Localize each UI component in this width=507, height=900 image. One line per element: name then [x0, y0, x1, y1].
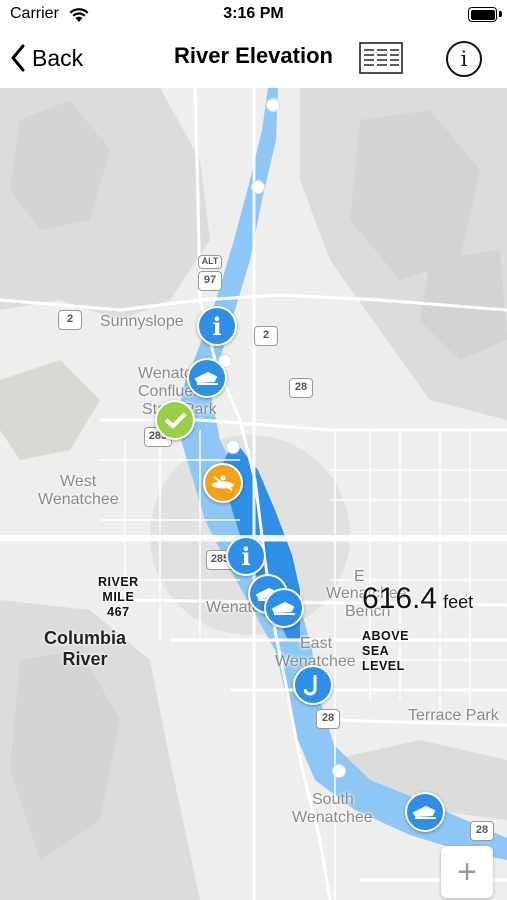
map-view[interactable]: Sunnyslope Wenatchee Confluence State Pa…: [0, 88, 507, 900]
boat-launch-marker[interactable]: [187, 358, 227, 398]
info-marker[interactable]: i: [197, 306, 237, 346]
elevation-caption: ABOVE SEA LEVEL: [362, 629, 409, 673]
info-icon: i: [241, 541, 251, 571]
clock-label: 3:16 PM: [223, 5, 284, 22]
fish-hook-icon: [304, 675, 317, 696]
highway-shield: 28: [470, 821, 494, 841]
info-marker[interactable]: i: [226, 536, 266, 576]
park-marker[interactable]: [155, 400, 195, 440]
elevation-unit: feet: [443, 592, 474, 612]
river-name-label: Columbia River: [44, 628, 127, 669]
river-mile-dot[interactable]: [266, 98, 280, 112]
river-mile-dot[interactable]: [332, 764, 346, 778]
info-icon: i: [460, 47, 468, 71]
highway-shield: 2: [58, 310, 82, 330]
highway-shield: 2: [254, 326, 278, 346]
kayak-icon: [212, 475, 234, 491]
page-title: River Elevation: [174, 43, 333, 68]
elevation-readout: 616.4 feet: [362, 582, 473, 616]
river-mile-label: RIVER MILE 467: [98, 575, 139, 619]
river-mile-number: 467: [107, 605, 130, 619]
place-label: Terrace Park: [408, 707, 499, 724]
navigation-bar: Back River Elevation i: [0, 30, 507, 88]
place-label: Wenatchee: [292, 809, 373, 826]
table-view-icon[interactable]: [359, 42, 403, 74]
place-label: Sunnyslope: [100, 313, 184, 330]
boat-trailer-icon: [412, 805, 436, 819]
zoom-in-button[interactable]: +: [441, 846, 493, 898]
elevation-value: 616.4: [362, 582, 438, 615]
plus-icon: +: [457, 853, 477, 891]
check-icon: [164, 412, 187, 429]
battery-icon: [468, 7, 497, 22]
highway-shield: ALT: [198, 255, 222, 269]
highway-shield: 97: [198, 271, 222, 291]
boat-trailer-icon: [271, 601, 295, 615]
place-label: East: [300, 635, 333, 652]
status-bar: Carrier 3:16 PM: [0, 0, 507, 30]
info-button[interactable]: i: [446, 41, 482, 77]
place-label: Wenatchee: [38, 491, 119, 508]
paddle-marker[interactable]: [203, 463, 243, 503]
boat-trailer-icon: [194, 371, 218, 385]
info-icon: i: [212, 311, 222, 341]
fishing-marker[interactable]: [293, 665, 333, 705]
river-mile-dot[interactable]: [226, 440, 240, 454]
boat-launch-marker[interactable]: [264, 588, 304, 628]
place-label: South: [312, 791, 354, 808]
boat-launch-marker[interactable]: [405, 792, 445, 832]
river-mile-dot[interactable]: [251, 180, 265, 194]
highway-shield: 28: [316, 709, 340, 729]
place-label: West: [60, 473, 97, 490]
highway-shield: 28: [289, 378, 313, 398]
